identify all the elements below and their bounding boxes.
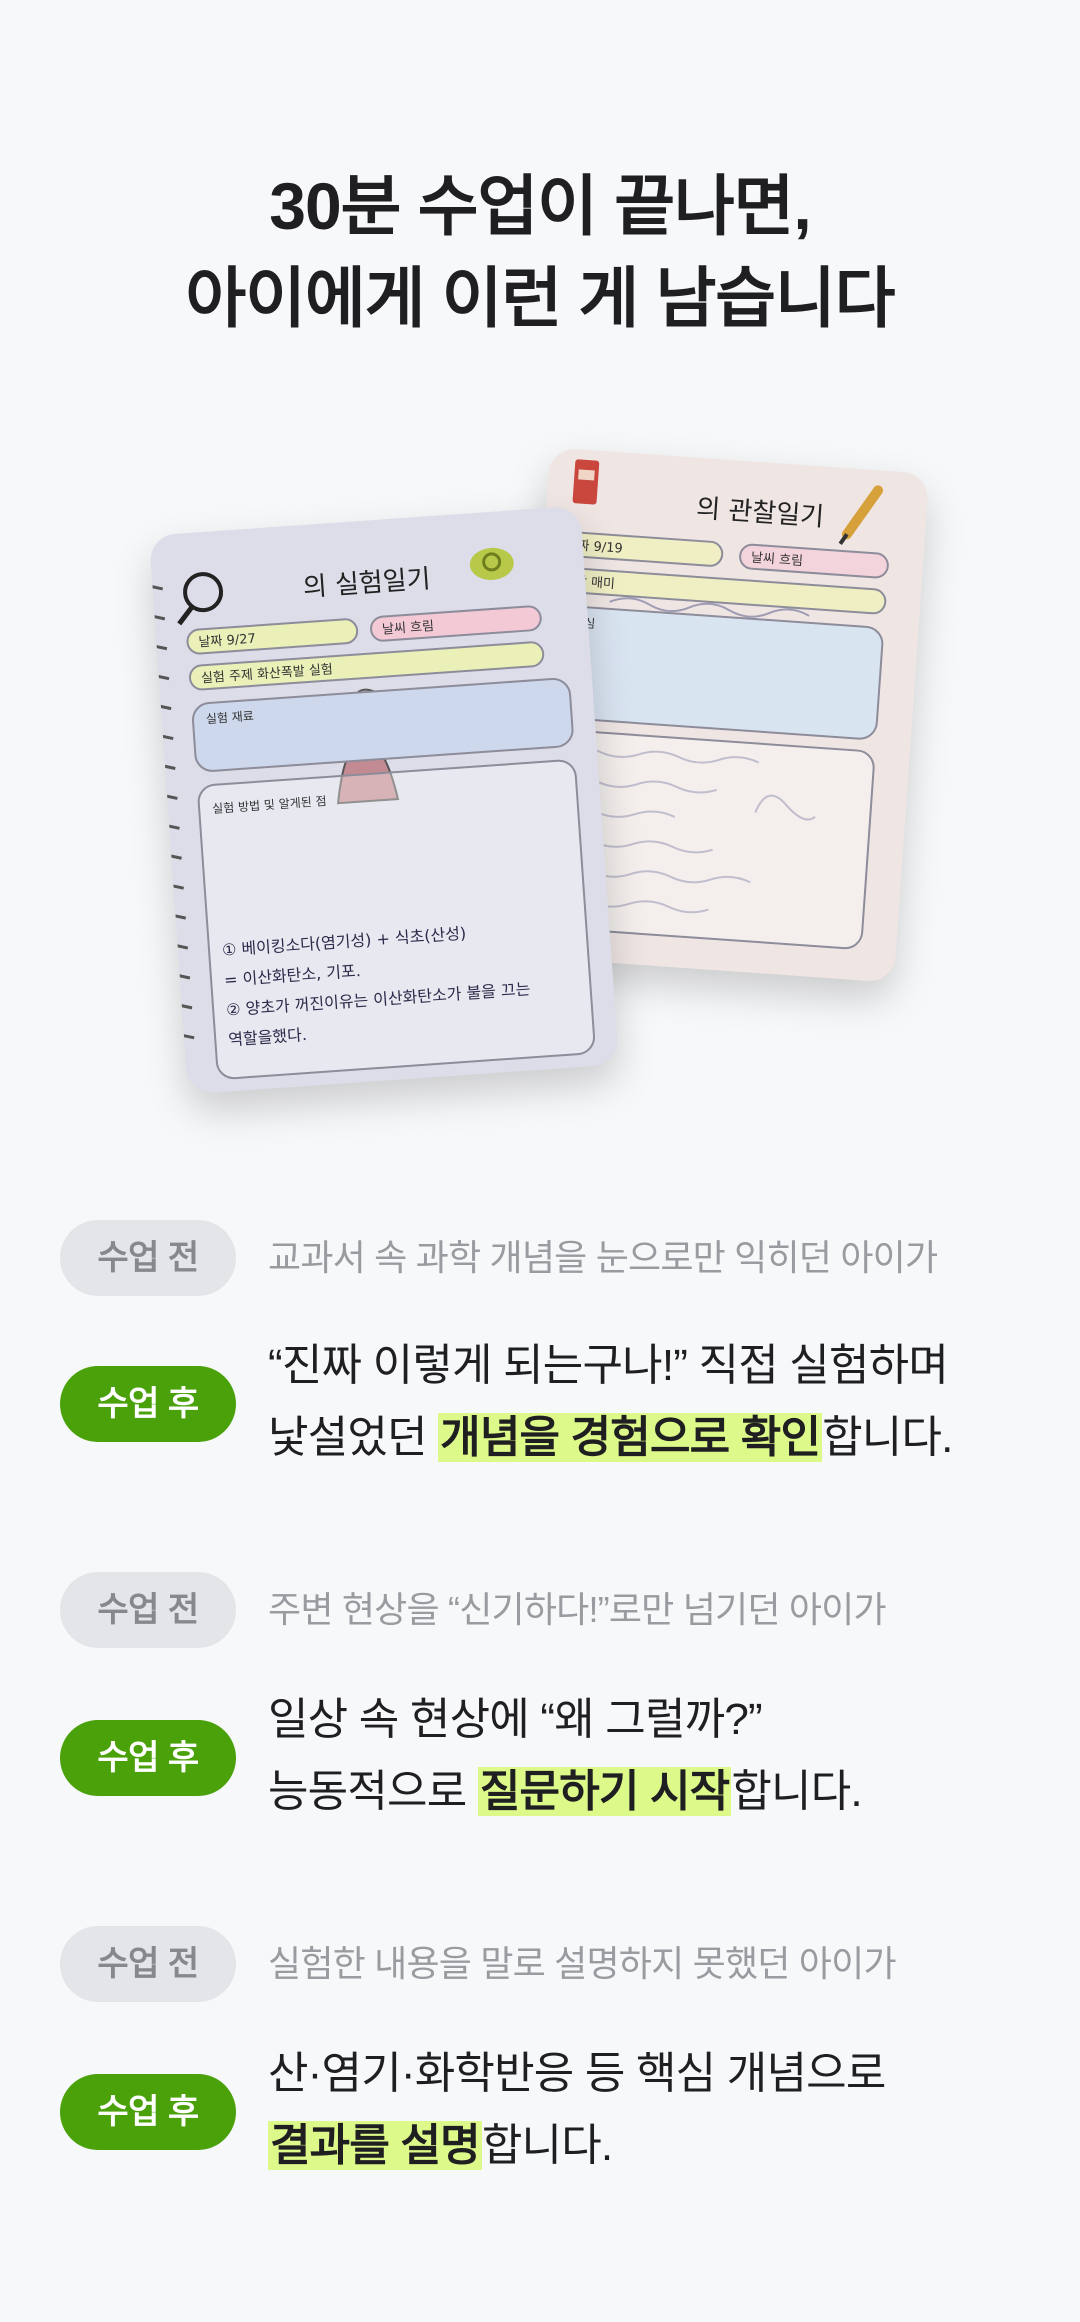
after-text-2-highlight: 질문하기 시작 [477,1767,732,1816]
after-text-2-prefix: 능동적으로 [268,1767,478,1816]
observation-weather-label: 날씨 [750,550,776,568]
before-badge-3: 수업 전 [60,1926,236,2002]
after-text-2-line-1: 일상 속 현상에 “왜 그럴까?” [268,1695,763,1744]
after-text-1-highlight: 개념을 경험으로 확인 [438,1413,823,1462]
experiment-weather-value: 흐림 [409,619,435,636]
after-text-3-line-1: 산·염기·화학반응 등 핵심 개념으로 [268,2049,886,2098]
after-text-1-prefix: 낯설었던 [268,1413,439,1462]
experiment-diary-card: 의 실험일기 날짜 9/27 날씨 흐림 실험 주제 화산폭발 실험 실험 재료… [148,505,620,1095]
observation-date-value: 9/19 [592,539,624,557]
after-text-1-suffix: 합니다. [822,1413,953,1462]
experiment-date-label: 날짜 [198,633,223,651]
after-badge-3: 수업 후 [60,2074,236,2150]
before-text-3: 실험한 내용을 말로 설명하지 못했던 아이가 [268,1943,897,1984]
experiment-topic-label: 실험 주제 [200,667,254,687]
observation-weather-value: 흐림 [778,552,804,570]
experiment-topic-value: 화산폭발 실험 [256,662,334,683]
page-headline: 30분 수업이 끝나면, 아이에게 이런 게 남습니다 [0,160,1080,344]
experiment-weather-label: 날씨 [381,621,407,638]
after-text-3-highlight: 결과를 설명 [268,2121,482,2170]
after-text-1-line-1: “진짜 이렇게 되는구나!” 직접 실험하며 [268,1341,949,1390]
experiment-method-box: 실험 방법 및 알게된 점 ① 베이킹소다(염기성) + 식초(산성) = 이산… [196,758,597,1081]
after-text-3-line-2: 결과를 설명합니다. [268,2110,886,2182]
before-badge-1: 수업 전 [60,1220,236,1296]
diary-photo: 의 관찰일기 날짜 9/19 날씨 흐림 대상 매미 호기심 [0,440,1080,1120]
experiment-materials-label: 실험 재료 [205,708,255,727]
headline-line-2: 아이에게 이런 게 남습니다 [185,261,896,335]
after-text-3: 산·염기·화학반응 등 핵심 개념으로 결과를 설명합니다. [268,2038,886,2182]
after-text-2: 일상 속 현상에 “왜 그럴까?” 능동적으로 질문하기 시작합니다. [268,1684,863,1828]
before-badge-2: 수업 전 [60,1572,236,1648]
experiment-date-value: 9/27 [226,631,257,649]
after-text-2-line-2: 능동적으로 질문하기 시작합니다. [268,1756,863,1828]
observation-subject-value: 매미 [590,575,616,593]
after-text-2-suffix: 합니다. [731,1767,862,1816]
before-text-1: 교과서 속 과학 개념을 눈으로만 익히던 아이가 [268,1237,938,1278]
experiment-method-label: 실험 방법 및 알게된 점 [211,794,328,816]
after-text-1: “진짜 이렇게 되는구나!” 직접 실험하며 낯설었던 개념을 경험으로 확인합… [268,1330,953,1474]
after-text-3-suffix: 합니다. [481,2121,613,2170]
after-text-1-line-2: 낯설었던 개념을 경험으로 확인합니다. [268,1402,953,1474]
after-badge-2: 수업 후 [60,1720,236,1796]
before-text-2: 주변 현상을 “신기하다!”로만 넘기던 아이가 [268,1589,887,1630]
headline-line-1: 30분 수업이 끝나면, [269,169,811,243]
after-badge-1: 수업 후 [60,1366,236,1442]
experiment-handwritten-notes: ① 베이킹소다(염기성) + 식초(산성) = 이산화탄소, 기포. ② 양초가… [221,914,533,1055]
